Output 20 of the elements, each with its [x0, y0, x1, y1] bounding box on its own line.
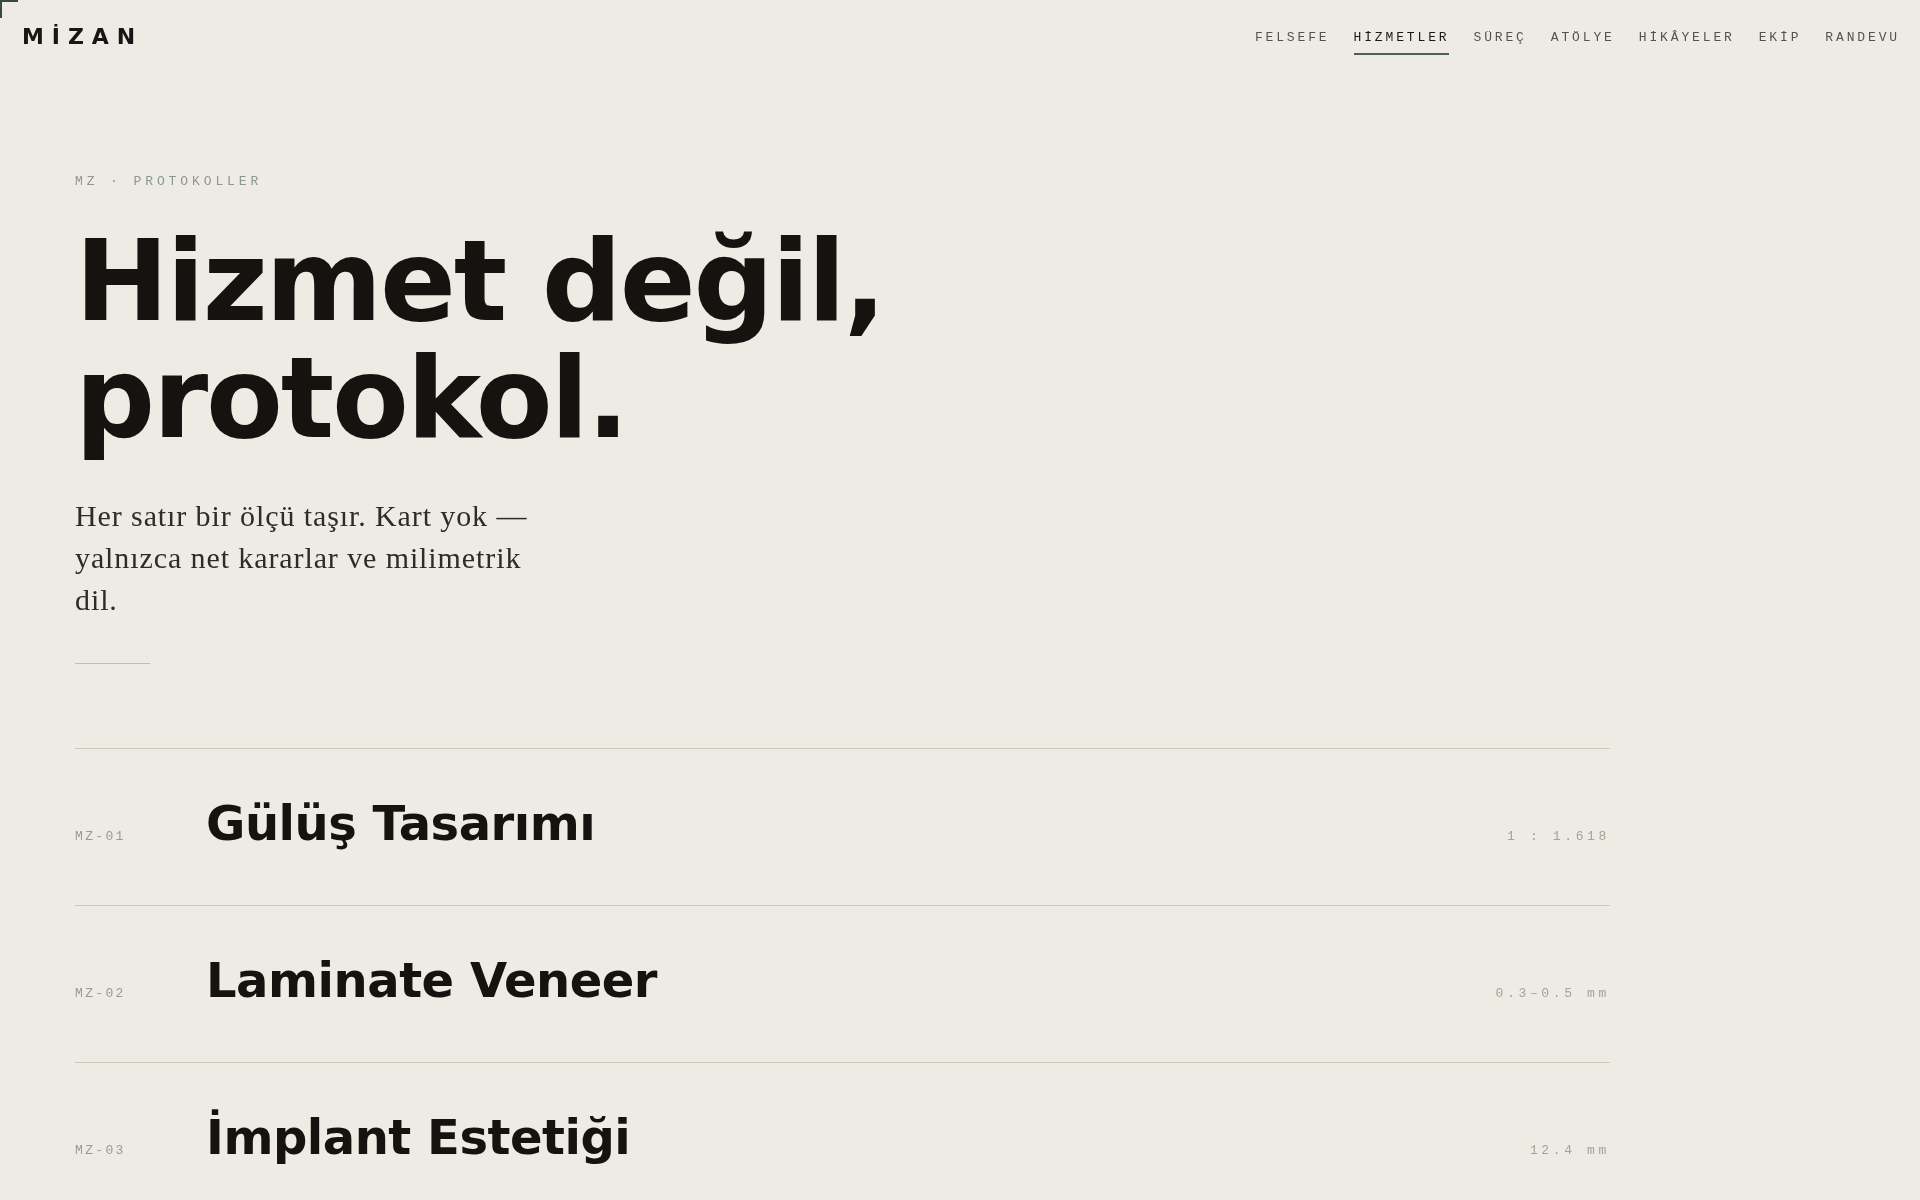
- protocol-title: Gülüş Tasarımı: [206, 797, 596, 850]
- nav-link[interactable]: SÜREÇ: [1473, 30, 1527, 55]
- nav-link[interactable]: EKİP: [1758, 30, 1802, 55]
- protocol-measure: 12.4 mm: [1529, 1143, 1610, 1159]
- protocol-measure: 1 : 1.618: [1507, 829, 1610, 845]
- nav-link[interactable]: ATÖLYE: [1550, 30, 1615, 55]
- nav-link[interactable]: RANDEVU: [1825, 30, 1900, 55]
- hero-lede: Her satır bir ölçü taşır. Kart yok — yalnızca net kararlar ve milimetrik dil.: [75, 498, 529, 618]
- nav-link[interactable]: HİZMETLER: [1353, 30, 1450, 55]
- protocol-code: MZ-03: [75, 1143, 126, 1159]
- protocol-code: MZ-01: [75, 829, 126, 845]
- protocol-title: İmplant Estetiği: [206, 1111, 631, 1164]
- corner-bracket-icon: [0, 0, 18, 18]
- brand-logo[interactable]: MİZAN: [22, 24, 144, 50]
- protocol-code: MZ-02: [75, 986, 126, 1002]
- nav-link[interactable]: FELSEFE: [1254, 30, 1330, 55]
- section-eyebrow: MZ · PROTOKOLLER: [75, 174, 263, 190]
- protocol-title: Laminate Veneer: [206, 954, 658, 1007]
- nav-link[interactable]: HİKÂYELER: [1638, 30, 1735, 55]
- protocol-measure: 0.3–0.5 mm: [1495, 986, 1610, 1002]
